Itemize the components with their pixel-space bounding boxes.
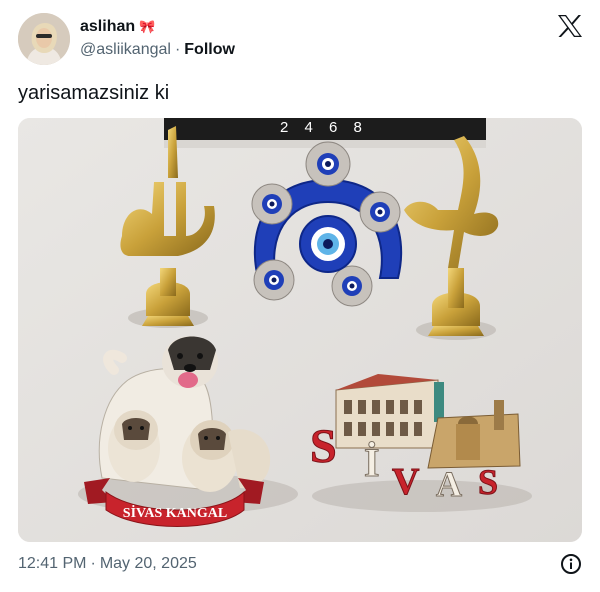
- tweet-text: yarisamazsiniz ki: [18, 82, 170, 104]
- calendar-digits: 2 4 6 8: [280, 119, 368, 136]
- display-name[interactable]: aslihan: [80, 18, 135, 36]
- x-logo-icon[interactable]: [557, 14, 583, 38]
- sivas-letter-s1: S: [310, 420, 337, 473]
- tweet-card: aslihan 🎀 @asliikangal · Follow yarisama…: [0, 0, 600, 592]
- separator-dot: ·: [174, 41, 181, 58]
- tweet-date: May 20, 2025: [99, 555, 197, 572]
- banner-text: SİVAS KANGAL: [123, 504, 227, 521]
- avatar[interactable]: [18, 13, 70, 65]
- tweet-time: 12:41 PM: [18, 555, 87, 572]
- timestamp-link[interactable]: 12:41 PM · May 20, 2025: [18, 555, 197, 573]
- handle-row: @asliikangal · Follow: [80, 41, 235, 59]
- sivas-letter-s2: S: [478, 462, 498, 502]
- follow-button[interactable]: Follow: [184, 41, 235, 59]
- tweet-footer: 12:41 PM · May 20, 2025: [18, 552, 582, 576]
- sivas-letter-a: A: [436, 464, 462, 504]
- ribbon-emoji-icon: 🎀: [139, 19, 156, 34]
- author-name-row: aslihan 🎀: [80, 18, 155, 36]
- sivas-letter-i: İ: [364, 440, 380, 485]
- footer-separator: ·: [90, 555, 96, 572]
- sivas-letter-v: V: [392, 461, 420, 503]
- info-icon[interactable]: [560, 553, 582, 575]
- tweet-photo[interactable]: 2 4 6 8 SİVAS KANGAL S İ V A S: [18, 118, 582, 542]
- author-handle[interactable]: @asliikangal: [80, 41, 171, 59]
